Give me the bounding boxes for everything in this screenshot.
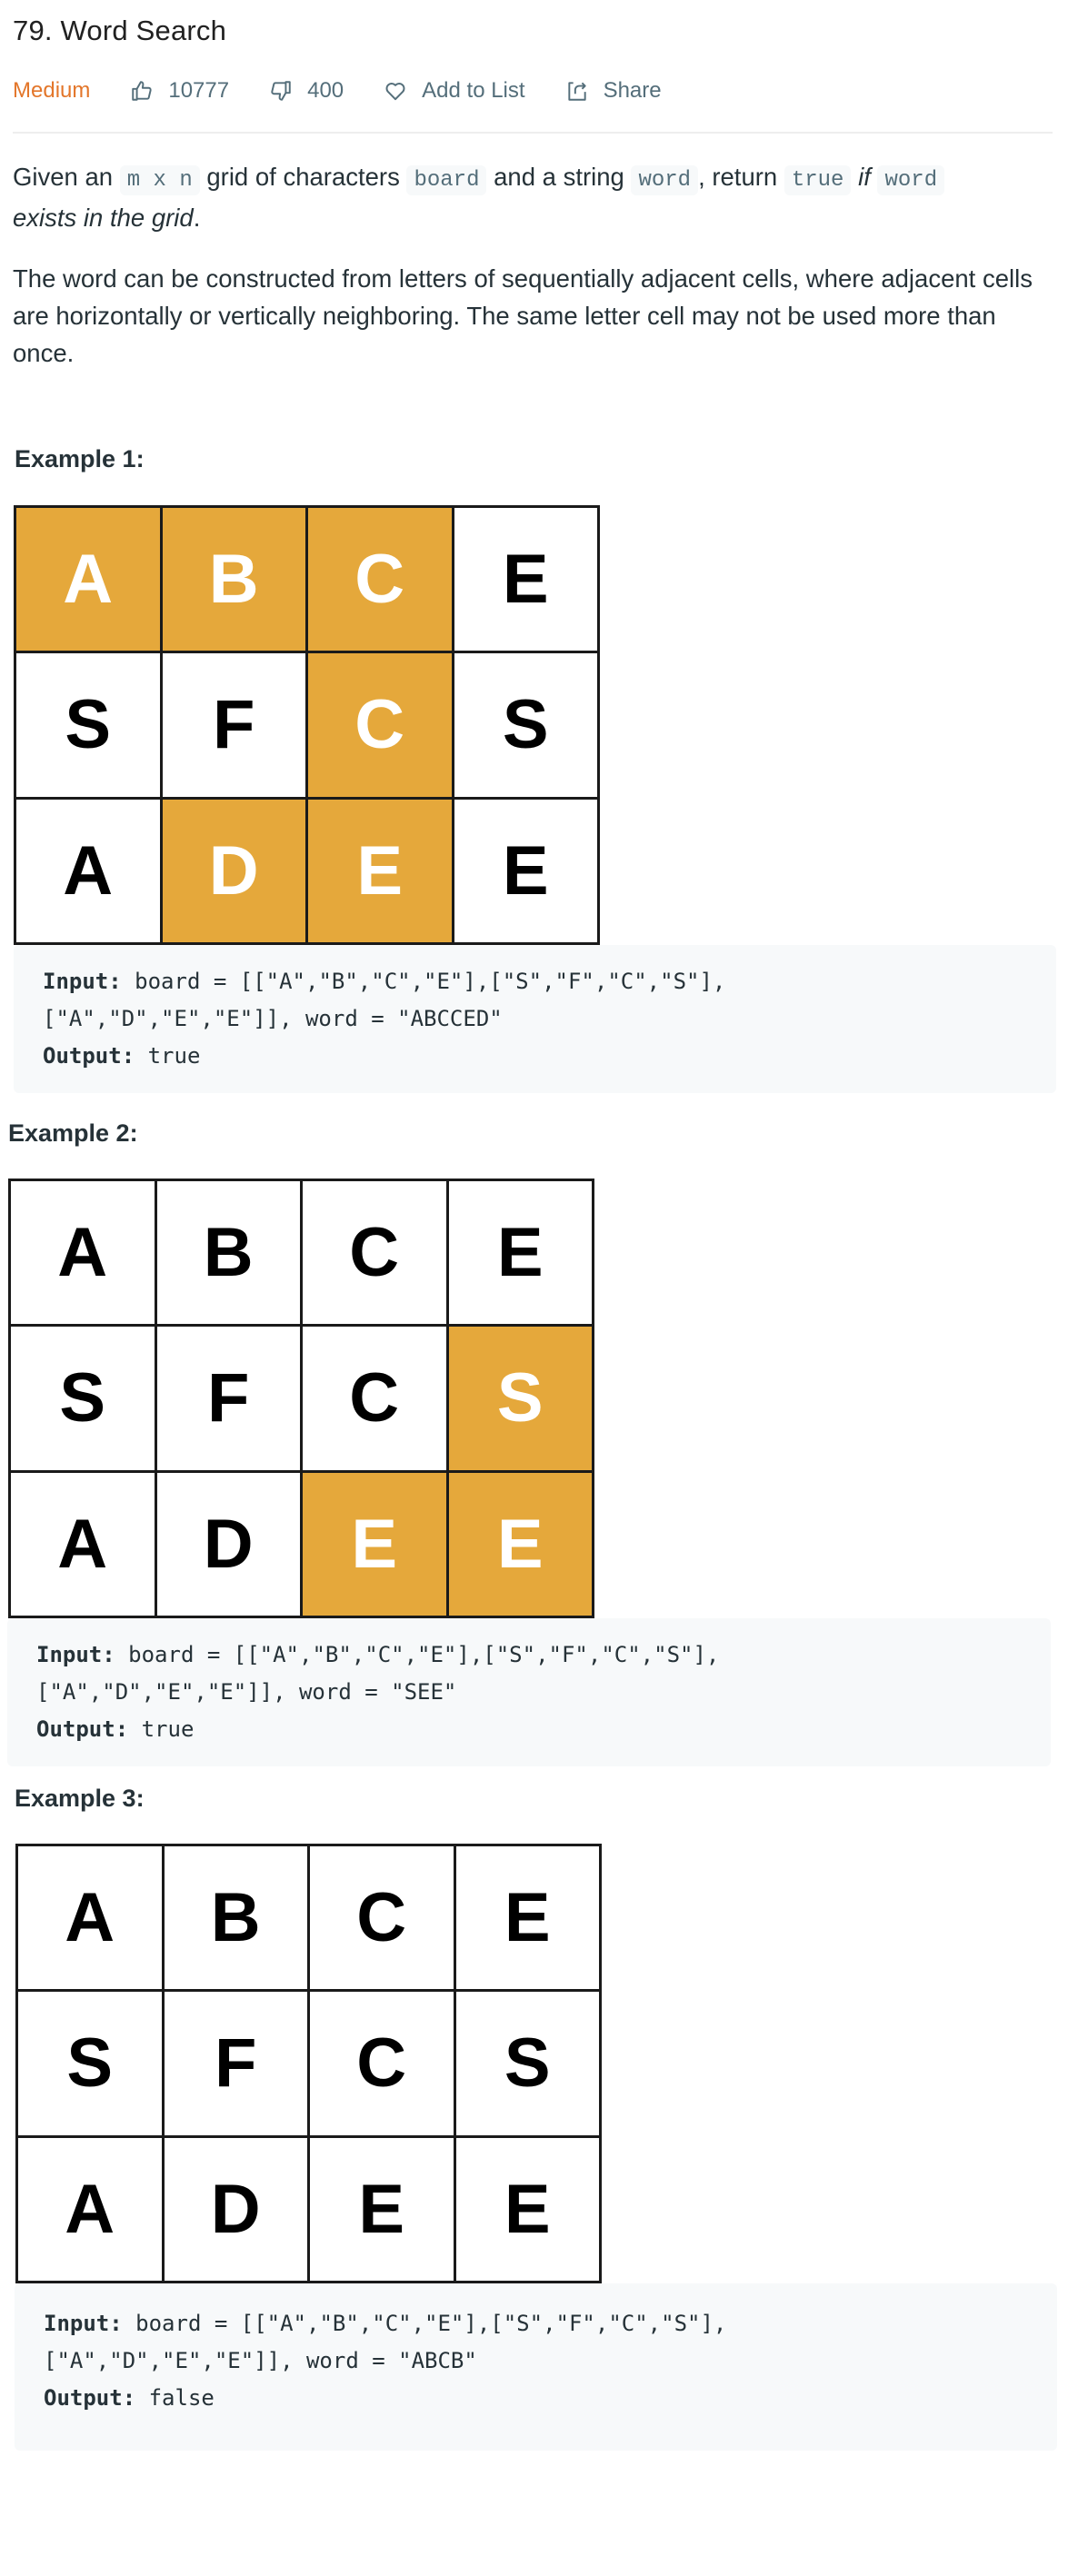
inline-code-true: true — [784, 165, 852, 195]
grid-cell: E — [455, 1846, 599, 1990]
grid-cell: S — [18, 1992, 162, 2135]
example-3-label: Example 3: — [15, 1785, 145, 1812]
like-count: 10777 — [168, 78, 230, 103]
grid-cell: E — [454, 799, 597, 942]
grid-cell: E — [454, 508, 597, 651]
grid-cell: C — [310, 1846, 454, 1990]
example-2-code-block: Input: board = [["A","B","C","E"],["S","… — [7, 1618, 1051, 1766]
thumbs-up-icon — [132, 81, 153, 101]
like-button[interactable]: 10777 — [130, 78, 229, 104]
grid-cell: E — [310, 2137, 454, 2281]
grid-cell: D — [164, 2137, 307, 2281]
input-line-1: board = [["A","B","C","E"],["S","F","C",… — [115, 1642, 720, 1667]
input-line-2: ["A","D","E","E"]], word = "ABCB" — [44, 2348, 477, 2373]
grid-cell: F — [164, 1992, 307, 2135]
description-paragraph-2: The word can be constructed from letters… — [13, 264, 1033, 367]
dislike-button[interactable]: 400 — [269, 78, 344, 104]
output-value: true — [135, 1043, 201, 1069]
grid-cell: S — [454, 653, 597, 797]
grid-cell: C — [310, 1992, 454, 2135]
dislike-count: 400 — [307, 78, 344, 103]
input-label: Input: — [43, 969, 122, 994]
add-to-list-button[interactable]: Add to List — [384, 78, 525, 104]
problem-description: Given an m x n grid of characters board … — [13, 158, 1058, 236]
grid-cell: E — [455, 2137, 599, 2281]
output-value: false — [135, 2385, 215, 2411]
grid-cell: A — [18, 1846, 162, 1990]
input-line-1: board = [["A","B","C","E"],["S","F","C",… — [122, 2311, 727, 2336]
example-3-grid: ABCESFCSADEE — [15, 1844, 602, 2283]
difficulty-badge: Medium — [13, 78, 91, 103]
example-2-grid: ABCESFCSADEE — [8, 1179, 594, 1618]
grid-cell-highlighted: C — [308, 653, 452, 797]
grid-cell: B — [164, 1846, 307, 1990]
grid-cell: S — [455, 1992, 599, 2135]
add-to-list-label: Add to List — [422, 78, 525, 103]
problem-meta-bar: Medium 10777 400 Add to List Share — [13, 73, 662, 109]
desc-text: . — [193, 204, 201, 232]
grid-cell-highlighted: B — [162, 508, 305, 651]
grid-cell: C — [303, 1327, 446, 1470]
grid-cell-highlighted: S — [448, 1327, 592, 1470]
grid-cell: F — [156, 1327, 300, 1470]
output-label: Output: — [43, 1043, 135, 1069]
grid-cell-highlighted: E — [448, 1472, 592, 1616]
example-3-code-block: Input: board = [["A","B","C","E"],["S","… — [15, 2283, 1057, 2451]
grid-cell-highlighted: D — [162, 799, 305, 942]
thumbs-down-icon — [271, 81, 291, 101]
desc-text: grid of characters — [199, 163, 407, 191]
grid-cell: C — [303, 1181, 446, 1325]
output-label: Output: — [36, 1716, 129, 1742]
grid-cell-highlighted: E — [303, 1472, 446, 1616]
grid-cell-highlighted: C — [308, 508, 452, 651]
input-line-2: ["A","D","E","E"]], word = "SEE" — [36, 1679, 457, 1705]
share-button[interactable]: Share — [565, 78, 662, 104]
heart-icon — [385, 83, 405, 101]
share-icon — [567, 82, 586, 101]
inline-code-mxn: m x n — [119, 165, 200, 195]
header-divider — [13, 132, 1053, 134]
input-label: Input: — [36, 1642, 115, 1667]
example-1-code-block: Input: board = [["A","B","C","E"],["S","… — [14, 945, 1056, 1093]
problem-title: 79. Word Search — [13, 15, 227, 46]
desc-text: Given an — [13, 163, 120, 191]
inline-code-board: board — [406, 165, 487, 195]
inline-code-word: word — [631, 165, 699, 195]
output-value: true — [128, 1716, 195, 1742]
grid-cell: B — [156, 1181, 300, 1325]
inline-code-word-2: word — [877, 165, 945, 195]
grid-cell: A — [16, 799, 160, 942]
input-line-1: board = [["A","B","C","E"],["S","F","C",… — [121, 969, 726, 994]
grid-cell: F — [162, 653, 305, 797]
grid-cell: E — [448, 1181, 592, 1325]
grid-cell-highlighted: E — [308, 799, 452, 942]
grid-cell: S — [11, 1327, 155, 1470]
input-line-2: ["A","D","E","E"]], word = "ABCCED" — [43, 1006, 503, 1031]
share-label: Share — [603, 78, 662, 103]
output-label: Output: — [44, 2385, 136, 2411]
example-1-grid: ABCESFCSADEE — [14, 505, 600, 945]
grid-cell: A — [11, 1181, 155, 1325]
example-1-label: Example 1: — [15, 445, 145, 472]
desc-text: and a string — [486, 163, 632, 191]
grid-cell: D — [156, 1472, 300, 1616]
desc-italic-exists: exists in the grid — [13, 204, 194, 232]
desc-italic-if: if — [858, 163, 871, 191]
desc-text — [851, 163, 858, 191]
desc-text: , return — [698, 163, 784, 191]
grid-cell: A — [11, 1472, 155, 1616]
grid-cell: S — [16, 653, 160, 797]
grid-cell-highlighted: A — [16, 508, 160, 651]
input-label: Input: — [44, 2311, 123, 2336]
grid-cell: A — [18, 2137, 162, 2281]
description-paragraph-1: Given an m x n grid of characters board … — [13, 158, 1058, 236]
example-2-label: Example 2: — [8, 1119, 138, 1147]
